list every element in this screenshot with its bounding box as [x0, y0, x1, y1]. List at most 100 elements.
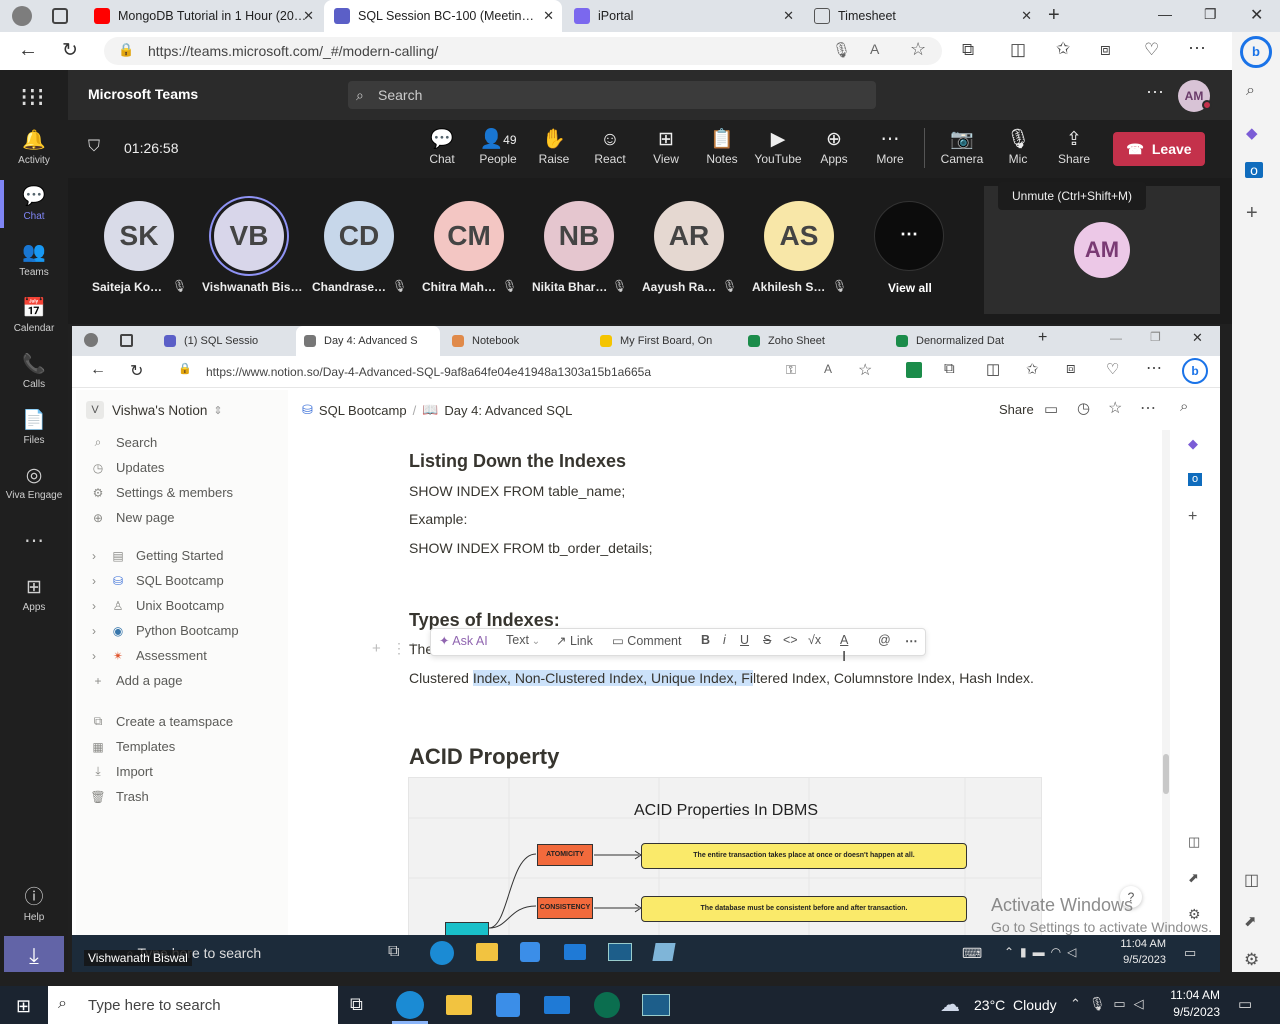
mysql-icon[interactable]: [642, 994, 670, 1016]
edge-icon[interactable]: [396, 991, 424, 1019]
copilot-icon[interactable]: ◆: [1188, 436, 1198, 452]
minimize-icon[interactable]: —: [1110, 331, 1122, 345]
minimize-icon[interactable]: —: [1158, 6, 1172, 22]
rail-calendar[interactable]: 📅 Calendar: [0, 296, 68, 334]
bold-icon[interactable]: B: [701, 633, 710, 647]
more-button[interactable]: ⋯ More: [868, 128, 912, 166]
read-aloud-icon[interactable]: A: [870, 41, 879, 57]
sidebar-toggle-icon[interactable]: ◫: [1244, 870, 1259, 890]
windows-start-icon[interactable]: ⊞: [16, 996, 31, 1017]
performance-icon[interactable]: ♡: [1144, 40, 1159, 60]
equation-icon[interactable]: √x: [808, 633, 821, 647]
avatar[interactable]: AS: [764, 201, 834, 271]
weather-text[interactable]: 23°C Cloudy: [974, 997, 1057, 1013]
camera-button[interactable]: 📷 Camera: [940, 128, 984, 166]
avatar[interactable]: CD: [324, 201, 394, 271]
view-all-link[interactable]: View all: [888, 281, 932, 295]
breadcrumb-current-page[interactable]: Day 4: Advanced SQL: [444, 403, 572, 418]
sidebar-item-python-bootcamp[interactable]: › ◉ Python Bootcamp: [88, 623, 239, 638]
bing-icon[interactable]: b: [1182, 358, 1208, 384]
close-window-icon[interactable]: ✕: [1192, 330, 1203, 346]
add-page-button[interactable]: + Add a page: [88, 673, 182, 688]
workspace-switcher[interactable]: V Vishwa's Notion ⇕: [86, 401, 223, 419]
collections-icon[interactable]: ⧈: [1100, 40, 1111, 60]
keyboard-icon[interactable]: ⌨: [962, 945, 982, 962]
open-external-icon[interactable]: ⬈: [1188, 870, 1199, 886]
rail-viva-engage[interactable]: ◎ Viva Engage: [0, 464, 68, 501]
view-all-more-icon[interactable]: ⋯: [874, 201, 944, 271]
app-icon[interactable]: [652, 943, 676, 961]
inner-tab-denormalized[interactable]: Denormalized Dat: [888, 326, 1032, 356]
link-button[interactable]: ↗ Link: [556, 633, 593, 648]
ask-ai-button[interactable]: ✦ Ask AI: [439, 633, 488, 648]
avatar[interactable]: SK: [104, 201, 174, 271]
close-tab-icon[interactable]: ✕: [1021, 8, 1032, 24]
rail-help[interactable]: ⓘ Help: [0, 882, 68, 923]
avatar[interactable]: CM: [434, 201, 504, 271]
download-icon[interactable]: ⤓: [4, 936, 64, 976]
outlook-icon[interactable]: o: [1245, 162, 1263, 178]
inner-tab-notebook[interactable]: Notebook: [444, 326, 588, 356]
share-button[interactable]: ⇪ Share: [1052, 128, 1096, 166]
favorite-icon[interactable]: ☆: [910, 39, 926, 60]
underline-icon[interactable]: U: [740, 633, 749, 647]
inner-tab-zoho[interactable]: Zoho Sheet: [740, 326, 884, 356]
edge-icon[interactable]: [430, 941, 454, 965]
new-tab-icon[interactable]: +: [1048, 4, 1060, 27]
sidebar-item-templates[interactable]: ▦ Templates: [88, 739, 175, 754]
close-tab-icon[interactable]: ✕: [543, 8, 554, 24]
close-window-icon[interactable]: ✕: [1250, 5, 1263, 25]
settings-more-icon[interactable]: ⋯: [1188, 38, 1206, 59]
restore-icon[interactable]: ❐: [1204, 6, 1217, 23]
breadcrumb-sql-bootcamp[interactable]: SQL Bootcamp: [319, 403, 407, 418]
rail-chat[interactable]: 💬 Chat: [0, 184, 68, 222]
share-button[interactable]: Share: [999, 402, 1034, 417]
system-tray-icons[interactable]: ⌃🎙▭◁: [1070, 996, 1152, 1012]
bing-icon[interactable]: b: [1240, 36, 1272, 68]
task-view-icon[interactable]: ⧉: [388, 943, 399, 961]
store-icon[interactable]: [496, 993, 520, 1017]
avatar[interactable]: AR: [654, 201, 724, 271]
sheet-extension-icon[interactable]: [906, 362, 922, 378]
taskbar-search-input[interactable]: ⌕ Type here to search: [48, 986, 338, 1024]
tab-iportal[interactable]: iPortal ✕: [564, 0, 802, 32]
store-icon[interactable]: [520, 942, 540, 962]
turn-into-button[interactable]: Text ⌄: [506, 633, 540, 647]
text-color-icon[interactable]: A: [840, 633, 848, 647]
people-button[interactable]: 👤49 People: [476, 128, 520, 166]
inner-address-input[interactable]: https://www.notion.so/Day-4-Advanced-SQL…: [164, 361, 884, 383]
restore-icon[interactable]: ❐: [1150, 330, 1161, 344]
favorites-icon[interactable]: ✩: [1026, 360, 1039, 378]
mail-icon[interactable]: [564, 944, 586, 960]
mail-icon[interactable]: [544, 996, 570, 1014]
task-view-icon[interactable]: ⧉: [350, 994, 363, 1015]
tab-actions-icon[interactable]: [120, 334, 133, 347]
favorite-icon[interactable]: ☆: [1108, 398, 1122, 418]
comment-button[interactable]: ▭ Comment: [612, 633, 681, 648]
sidebar-item-unix-bootcamp[interactable]: › ♙ Unix Bootcamp: [88, 598, 224, 613]
sidebar-item-getting-started[interactable]: › ▤ Getting Started: [88, 548, 223, 563]
back-icon[interactable]: ←: [18, 39, 38, 62]
sidebar-item-updates[interactable]: ◷ Updates: [88, 460, 165, 475]
search-icon[interactable]: ⌕: [1246, 82, 1255, 100]
clock[interactable]: 11:04 AM 9/5/2023: [1116, 938, 1166, 966]
back-icon[interactable]: ←: [90, 361, 106, 379]
split-screen-icon[interactable]: ◫: [986, 360, 1000, 378]
gear-icon[interactable]: ⚙: [1244, 950, 1259, 970]
avatar[interactable]: NB: [544, 201, 614, 271]
teams-search-input[interactable]: ⌕ Search: [348, 81, 876, 109]
youtube-button[interactable]: ▶ YouTube: [752, 128, 804, 166]
system-tray-icons[interactable]: ⌃▮▬◠◁: [1004, 945, 1082, 959]
new-tab-icon[interactable]: +: [1038, 329, 1047, 347]
raise-hand-button[interactable]: ✋ Raise: [532, 128, 576, 166]
tab-timesheet[interactable]: Timesheet ✕: [804, 0, 1040, 32]
rail-more[interactable]: ⋯: [0, 528, 68, 553]
copilot-icon[interactable]: ◆: [1246, 124, 1258, 142]
code-icon[interactable]: <>: [783, 633, 798, 647]
rail-calls[interactable]: 📞 Calls: [0, 352, 68, 390]
comment-icon[interactable]: ▭: [1044, 400, 1058, 418]
tab-teams[interactable]: SQL Session BC-100 (Meetin… ✕: [324, 0, 562, 32]
outlook-icon[interactable]: o: [1188, 473, 1202, 486]
search-icon[interactable]: ⌕: [1180, 398, 1188, 415]
avatar[interactable]: VB: [214, 201, 284, 271]
